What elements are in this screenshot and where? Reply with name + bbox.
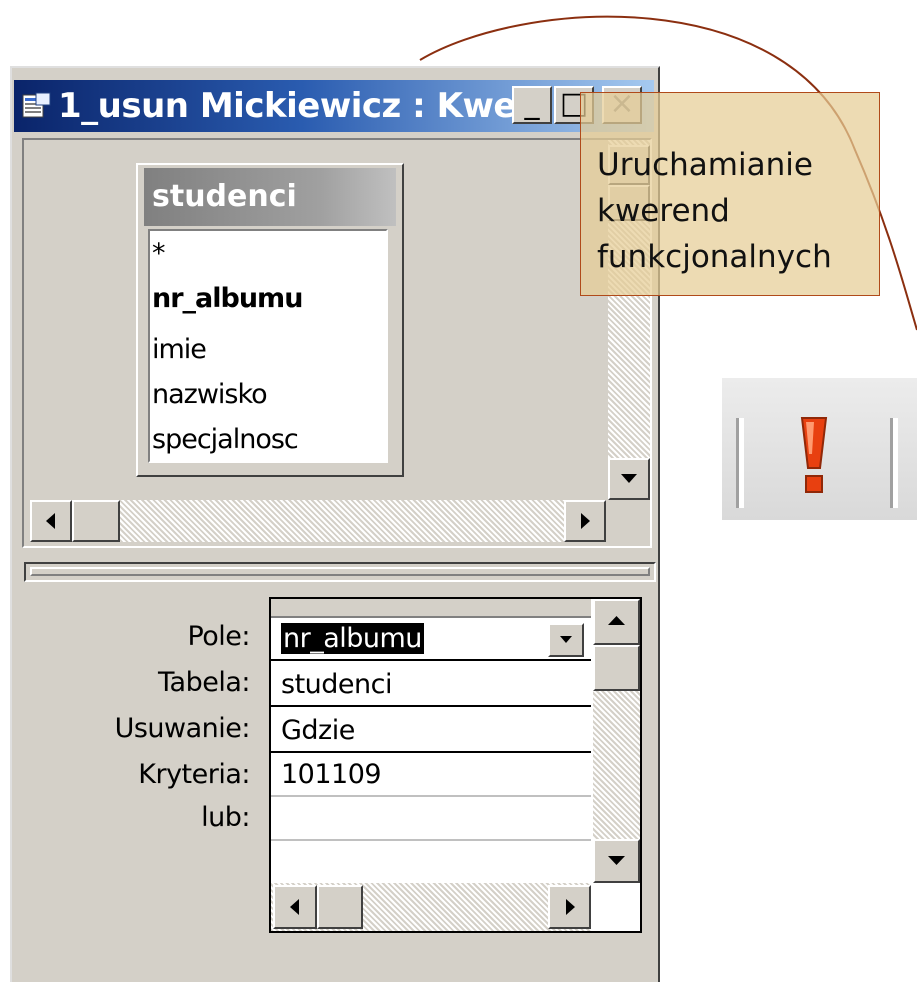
callout-text: Uruchamianie kwerend funkcjonalnych — [597, 142, 877, 280]
column-selector[interactable] — [271, 599, 591, 618]
upper-scroll-right-button[interactable] — [564, 500, 606, 542]
callout-line: Uruchamianie — [597, 147, 813, 183]
table-field-list-title[interactable]: studenci — [144, 168, 396, 226]
field-list-item[interactable]: * — [152, 233, 165, 275]
row-label-tabela: Tabela: — [158, 667, 250, 698]
callout-line: funkcjonalnych — [597, 239, 832, 275]
field-list-item[interactable]: nazwisko — [152, 374, 268, 416]
chevron-left-icon — [46, 513, 55, 529]
minimize-button[interactable]: _ — [512, 86, 552, 124]
chevron-right-icon — [566, 899, 575, 915]
row-label-pole: Pole: — [187, 621, 250, 652]
grid-scroll-up-button[interactable] — [593, 599, 640, 645]
grid-scroll-thumb[interactable] — [593, 645, 640, 691]
row-label-kryteria: Kryteria: — [138, 759, 250, 790]
pane-splitter-grip — [30, 567, 650, 576]
callout-line: kwerend — [597, 193, 730, 229]
field-list-item-primary-key[interactable]: nr_albumu — [152, 278, 303, 320]
chevron-up-icon — [608, 616, 625, 625]
toolbar-separator-left — [736, 418, 744, 508]
row-label-lub: lub: — [201, 802, 250, 833]
run-query-button[interactable] — [722, 378, 917, 520]
upper-hscroll-thumb[interactable] — [72, 500, 120, 542]
field-cell-value: nr_albumu — [281, 623, 424, 654]
query-window-icon — [22, 92, 51, 118]
chevron-down-icon — [608, 856, 625, 865]
grid-scroll-left-button[interactable] — [273, 885, 317, 929]
grid-scroll-down-button[interactable] — [593, 839, 640, 883]
table-cell[interactable]: studenci — [271, 663, 591, 707]
field-list-item[interactable]: imie — [152, 329, 207, 371]
upper-scroll-down-button[interactable] — [608, 458, 650, 500]
field-dropdown-button[interactable] — [548, 623, 584, 657]
grid-scroll-right-button[interactable] — [548, 885, 591, 929]
row-label-usuwanie: Usuwanie: — [114, 713, 251, 744]
criteria-cell[interactable]: 101109 — [271, 753, 591, 797]
window-titlebar[interactable]: 1_usun Mickiewicz : Kwer... _ □ × — [14, 80, 654, 132]
exclamation-icon — [800, 417, 828, 493]
field-cell[interactable]: nr_albumu — [271, 617, 591, 661]
upper-scroll-left-button[interactable] — [30, 500, 72, 542]
grid-hscroll-thumb[interactable] — [317, 885, 363, 929]
chevron-down-icon — [560, 636, 572, 643]
chevron-left-icon — [290, 899, 299, 915]
delete-cell[interactable]: Gdzie — [271, 709, 591, 753]
field-list-item[interactable]: specjalnosc — [152, 419, 299, 461]
toolbar-separator-right — [890, 418, 898, 508]
window-title: 1_usun Mickiewicz : Kwer... — [58, 86, 565, 126]
or-criteria-cell[interactable] — [271, 797, 591, 841]
chevron-right-icon — [581, 513, 590, 529]
chevron-down-icon — [621, 474, 637, 483]
